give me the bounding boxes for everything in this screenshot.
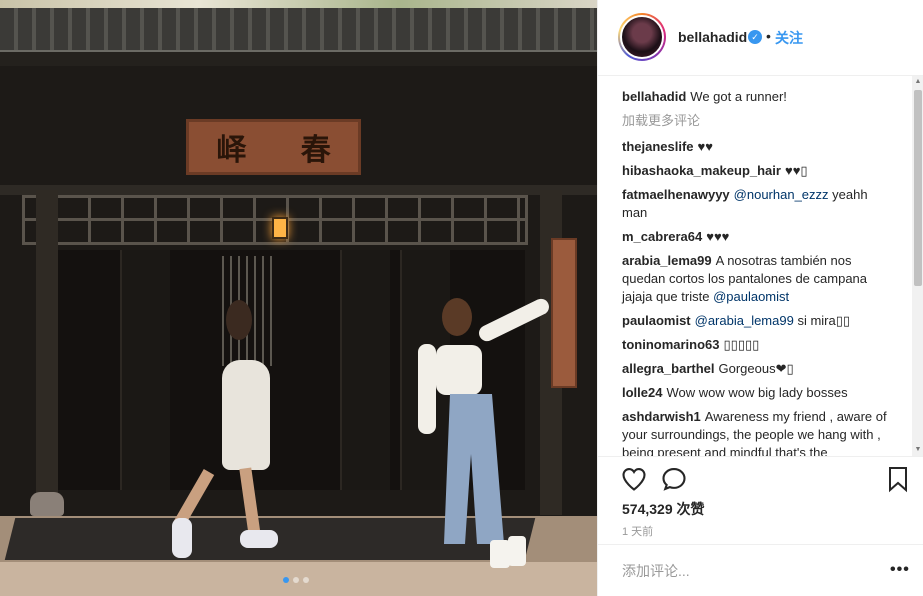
comment-item: lolle24 Wow wow wow big lady bosses [622, 384, 892, 402]
likes-number: 574,329 [622, 501, 673, 517]
person-right-head [442, 298, 472, 336]
comment-mention[interactable]: @paulaomist [713, 289, 789, 304]
likes-count[interactable]: 574,329 次赞 [622, 499, 705, 519]
story-ring[interactable] [618, 13, 666, 61]
person-right-boot [490, 540, 510, 568]
beam [0, 185, 597, 195]
comment-username[interactable]: m_cabrera64 [622, 229, 702, 244]
pillar [36, 190, 58, 515]
comment-item: paulaomist @arabia_lema99 si mira▯▯ [622, 312, 892, 330]
caption: bellahadid We got a runner! [622, 88, 892, 106]
comment-text: ♥♥ [697, 139, 713, 154]
plaque-char: 峄 [216, 133, 247, 168]
comment-username[interactable]: thejaneslife [622, 139, 694, 154]
comment-bubble-icon[interactable] [660, 465, 688, 493]
scroll-thumb[interactable] [914, 90, 922, 286]
comment-text: Gorgeous❤▯ [718, 361, 794, 376]
person-left-shoe [240, 530, 278, 548]
more-options-icon[interactable]: ••• [890, 561, 910, 579]
post-timestamp[interactable]: 1 天前 [622, 523, 653, 539]
post-photo[interactable]: 峄 春 [0, 0, 597, 596]
bookmark-icon[interactable] [886, 465, 910, 493]
comment-mention[interactable]: @nourhan_ezzz [734, 187, 829, 202]
person-right-boot [508, 536, 526, 566]
roof [0, 8, 597, 54]
comment-item: ashdarwish1 Awareness my friend , aware o… [622, 408, 892, 456]
post-header: bellahadid ✓ • 关注 [598, 0, 923, 76]
person-right-top [436, 345, 482, 395]
comments-scrollbar[interactable]: ▲ ▼ [912, 76, 923, 456]
comment-username[interactable]: fatmaelhenawyyy [622, 187, 730, 202]
comment-item: allegra_barthel Gorgeous❤▯ [622, 360, 892, 378]
likes-suffix: 次赞 [676, 501, 705, 517]
caption-username[interactable]: bellahadid [622, 89, 686, 104]
add-comment-input[interactable] [622, 563, 862, 579]
header-separator: • [766, 28, 771, 44]
plaque-char: 春 [300, 133, 331, 168]
comment-username[interactable]: toninomarino63 [622, 337, 720, 352]
scroll-down-arrow-icon[interactable]: ▼ [912, 444, 923, 456]
comment-mention[interactable]: @arabia_lema99 [695, 313, 794, 328]
door-panel [120, 250, 170, 490]
comments-list[interactable]: bellahadid We got a runner! 加载更多评论 thejan… [598, 76, 910, 456]
person-left-head [226, 300, 252, 340]
comment-item: hibashaoka_makeup_hair ♥♥▯ [622, 162, 892, 180]
comment-text: ♥♥▯ [784, 163, 808, 178]
person-left-dress [222, 360, 270, 470]
carousel-indicator [283, 577, 309, 583]
scroll-up-arrow-icon[interactable]: ▲ [912, 76, 923, 88]
roof-edge [0, 52, 597, 66]
instagram-post-modal: 峄 春 bellahadid ✓ • 关注 bellahadid We got … [0, 0, 923, 596]
comment-item: fatmaelhenawyyy @nourhan_ezzz yeahh man [622, 186, 892, 222]
avatar[interactable] [620, 15, 664, 59]
comment-username[interactable]: arabia_lema99 [622, 253, 712, 268]
comment-item: arabia_lema99 A nosotras también nos qued… [622, 252, 892, 306]
post-sidebar: bellahadid ✓ • 关注 bellahadid We got a run… [597, 0, 923, 596]
vertical-sign [551, 238, 577, 388]
person-right-arm [418, 344, 436, 434]
comment-username[interactable]: paulaomist [622, 313, 691, 328]
comment-username[interactable]: ashdarwish1 [622, 409, 701, 424]
load-more-comments-button[interactable]: 加载更多评论 [622, 112, 910, 130]
carousel-dot[interactable] [303, 577, 309, 583]
add-comment-bar: ••• [598, 544, 923, 596]
verified-badge-icon: ✓ [748, 30, 762, 44]
person-left-shoe [172, 518, 192, 558]
comment-item: toninomarino63 ▯▯▯▯▯ [622, 336, 892, 354]
pillar-base [30, 492, 64, 516]
follow-button[interactable]: 关注 [775, 28, 803, 48]
caption-text: We got a runner! [690, 89, 787, 104]
comment-text: Wow wow wow big lady bosses [666, 385, 848, 400]
comment-text: ▯▯▯▯▯ [723, 337, 760, 352]
comment-username[interactable]: lolle24 [622, 385, 662, 400]
author-username[interactable]: bellahadid [678, 29, 747, 45]
comment-username[interactable]: allegra_barthel [622, 361, 715, 376]
comment-item: m_cabrera64 ♥♥♥ [622, 228, 892, 246]
post-actions: 574,329 次赞 1 天前 [598, 456, 923, 544]
carousel-dot[interactable] [293, 577, 299, 583]
lantern [272, 217, 288, 239]
comment-text: ♥♥♥ [706, 229, 730, 244]
comment-item: thejaneslife ♥♥ [622, 138, 892, 156]
heart-icon[interactable] [620, 465, 648, 493]
comment-text: si mira▯▯ [793, 313, 851, 328]
carousel-dot-active[interactable] [283, 577, 289, 583]
comment-username[interactable]: hibashaoka_makeup_hair [622, 163, 781, 178]
name-plaque: 峄 春 [186, 119, 361, 175]
door-panel [340, 250, 390, 490]
